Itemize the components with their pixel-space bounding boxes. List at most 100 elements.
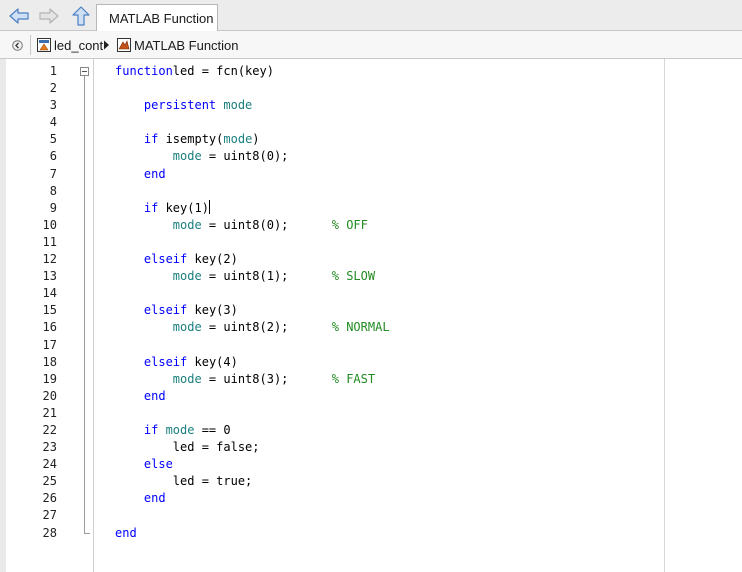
- code-line[interactable]: 2: [0, 80, 664, 97]
- code-line[interactable]: 25 led = true;: [0, 473, 664, 490]
- line-number: 6: [49, 149, 57, 164]
- toolbar: MATLAB Function: [0, 0, 742, 31]
- code-text: led = false;: [115, 439, 260, 456]
- line-number: 17: [42, 337, 57, 352]
- code-line[interactable]: 7 end: [0, 166, 664, 183]
- chevron-right-icon: [103, 37, 110, 53]
- variable: mode: [172, 320, 202, 335]
- code-token: key(1): [158, 200, 209, 215]
- keyword: else: [143, 457, 173, 472]
- code-line[interactable]: 21: [0, 405, 664, 422]
- code-line[interactable]: 16 mode = uint8(2); % NORMAL: [0, 319, 664, 336]
- keyword: if: [143, 200, 159, 215]
- line-number: 11: [42, 234, 57, 249]
- code-line[interactable]: 24 else: [0, 456, 664, 473]
- code-text: if isempty(mode): [115, 131, 260, 148]
- code-line[interactable]: 12 elseif key(2): [0, 251, 664, 268]
- code-text: end: [115, 490, 166, 507]
- code-text: end: [115, 525, 137, 542]
- code-line[interactable]: 26 end: [0, 490, 664, 507]
- code-text: persistent mode: [115, 97, 252, 114]
- variable: mode: [172, 269, 202, 284]
- up-arrow-icon[interactable]: [70, 6, 92, 26]
- code-line[interactable]: 17: [0, 337, 664, 354]
- matlab-function-icon: [117, 38, 131, 52]
- code-line[interactable]: 19 mode = uint8(3); % FAST: [0, 371, 664, 388]
- keyword: elseif: [143, 252, 188, 267]
- code-line[interactable]: 11: [0, 234, 664, 251]
- line-number: 24: [42, 457, 57, 472]
- line-number: 15: [42, 303, 57, 318]
- code-text: functionled = fcn(key): [115, 63, 274, 80]
- code-line[interactable]: 20 end: [0, 388, 664, 405]
- code-line[interactable]: 3 persistent mode: [0, 97, 664, 114]
- code-line[interactable]: 14: [0, 285, 664, 302]
- right-text-limit-line: [664, 59, 665, 572]
- keyword: function: [115, 64, 173, 78]
- code-line[interactable]: 5 if isempty(mode): [0, 131, 664, 148]
- code-line[interactable]: 22 if mode == 0: [0, 422, 664, 439]
- line-number: 12: [42, 252, 57, 267]
- line-number: 2: [49, 81, 57, 96]
- code-line[interactable]: 1 functionled = fcn(key): [0, 63, 664, 80]
- line-number: 25: [42, 474, 57, 489]
- code-text: mode = uint8(0);: [115, 148, 289, 165]
- code-line[interactable]: 15 elseif key(3): [0, 302, 664, 319]
- line-number: 13: [42, 269, 57, 284]
- forward-arrow-icon[interactable]: [38, 6, 60, 26]
- code-token: key(4): [187, 354, 238, 369]
- code-line[interactable]: 9 if key(1): [0, 199, 664, 217]
- back-arrow-icon[interactable]: [8, 6, 30, 26]
- breadcrumb: led_cont MATLAB Function: [0, 31, 742, 59]
- code-text: end: [115, 388, 166, 405]
- code-line[interactable]: 18 elseif key(4): [0, 354, 664, 371]
- code-line[interactable]: 6 mode = uint8(0);: [0, 148, 664, 165]
- code-line[interactable]: 13 mode = uint8(1); % SLOW: [0, 268, 664, 285]
- breadcrumb-item-matlab-function[interactable]: MATLAB Function: [117, 37, 239, 53]
- line-number: 18: [42, 354, 57, 369]
- divider: [30, 35, 31, 55]
- keyword: end: [143, 388, 166, 403]
- keyword: elseif: [143, 354, 188, 369]
- code-text: elseif key(3): [115, 302, 238, 319]
- code-line[interactable]: 8: [0, 183, 664, 200]
- code-token: key(2): [187, 252, 238, 267]
- code-token: = uint8(3);: [201, 371, 332, 386]
- code-line[interactable]: 4: [0, 114, 664, 131]
- breadcrumb-label: MATLAB Function: [134, 37, 239, 53]
- code-text: led = true;: [115, 473, 252, 490]
- variable: mode: [223, 132, 253, 147]
- code-editor[interactable]: 1 functionled = fcn(key) 2 3 persistent mod…: [0, 59, 742, 572]
- tab-matlab-function[interactable]: MATLAB Function: [96, 4, 218, 31]
- collapse-icon[interactable]: [12, 39, 23, 51]
- line-number: 21: [42, 405, 57, 420]
- code-token: key(3): [187, 303, 238, 318]
- line-number: 3: [49, 98, 57, 113]
- breadcrumb-item-led-cont[interactable]: led_cont: [37, 37, 103, 53]
- code-line[interactable]: 28 end: [0, 525, 664, 542]
- code-text: if key(1): [115, 199, 210, 217]
- code-token: led = fcn(key): [172, 64, 274, 78]
- keyword: end: [115, 525, 137, 540]
- code-text: mode = uint8(0); % OFF: [115, 217, 368, 234]
- comment: % FAST: [331, 371, 376, 386]
- code-line[interactable]: 27: [0, 507, 664, 524]
- code-token: = uint8(0);: [201, 217, 332, 232]
- keyword: elseif: [143, 303, 188, 318]
- keyword: end: [143, 166, 166, 181]
- breadcrumb-label: led_cont: [54, 37, 104, 53]
- line-number: 4: [49, 115, 57, 130]
- variable: mode: [158, 422, 195, 437]
- code-line[interactable]: 23 led = false;: [0, 439, 664, 456]
- code-token: ): [252, 132, 260, 147]
- code-line[interactable]: 10 mode = uint8(0); % OFF: [0, 217, 664, 234]
- code-token: led = true;: [115, 474, 253, 489]
